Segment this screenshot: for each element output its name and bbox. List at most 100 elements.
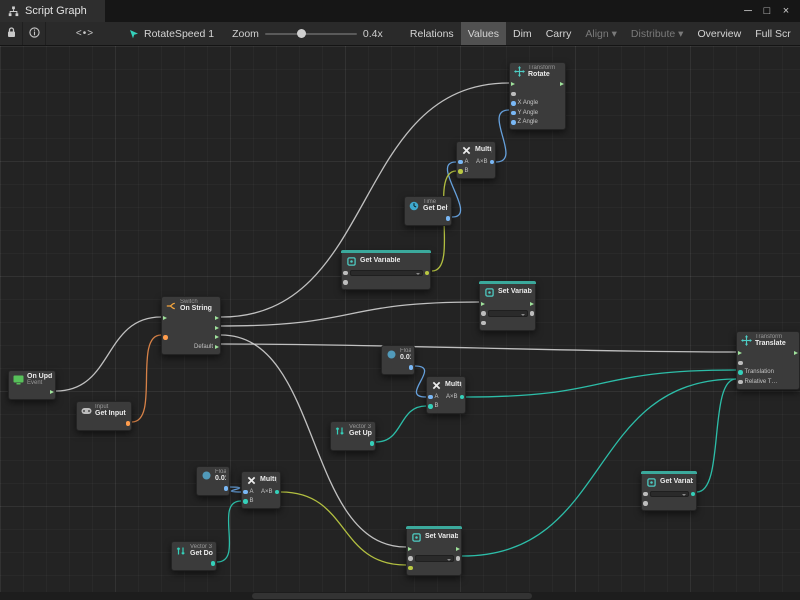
toolbar-button-dim[interactable]: Dim: [506, 22, 539, 45]
variable-name-field[interactable]: [415, 555, 454, 562]
node-float-1[interactable]: Float0.01: [381, 345, 415, 375]
any-port[interactable]: [343, 280, 348, 285]
flow-port[interactable]: [456, 547, 460, 551]
port-row: Translation: [737, 368, 799, 378]
flow-port[interactable]: [530, 302, 534, 306]
any-port[interactable]: [530, 311, 535, 316]
any-port[interactable]: [456, 556, 461, 561]
multiply-icon: [245, 476, 257, 485]
float-port[interactable]: [511, 111, 516, 116]
vec3-port[interactable]: [243, 499, 248, 504]
any-port[interactable]: [643, 492, 648, 497]
port-row: [342, 278, 430, 288]
flow-port[interactable]: [511, 82, 515, 86]
toolbar-button-values[interactable]: Values: [461, 22, 506, 45]
toolbar-button-relations[interactable]: Relations: [403, 22, 461, 45]
minimize-button[interactable]: ─: [739, 3, 757, 20]
flow-port[interactable]: [215, 316, 219, 320]
variable-name-field[interactable]: [650, 491, 689, 498]
zoom-to-fit-button[interactable]: <•>: [68, 22, 102, 45]
vec3-port[interactable]: [691, 492, 696, 497]
node-translate[interactable]: TransformTranslateTranslationRelative T…: [736, 331, 800, 390]
flow-port[interactable]: [215, 326, 219, 330]
graph-name[interactable]: RotateSpeed 1: [128, 22, 214, 45]
any-port[interactable]: [643, 501, 648, 506]
toolbar-button-overview[interactable]: Overview: [690, 22, 748, 45]
node-get-input-string[interactable]: InputGet Input (Strin…: [76, 401, 132, 431]
variable-name-field[interactable]: [488, 310, 528, 317]
zoom-slider[interactable]: [265, 33, 357, 35]
node-multiply-2[interactable]: MultiplyAA×BB: [426, 376, 466, 414]
wire-blue: [496, 110, 509, 162]
any-port[interactable]: [481, 321, 486, 326]
tab-script-graph[interactable]: Script Graph: [0, 0, 105, 22]
vec3-port[interactable]: [211, 561, 216, 566]
yg-port[interactable]: [425, 271, 430, 276]
flow-port[interactable]: [560, 82, 564, 86]
node-header: Set Variable: [407, 529, 461, 544]
vec3-port[interactable]: [370, 441, 375, 446]
node-multiply-1[interactable]: MultiplyAA×BB: [456, 141, 496, 179]
toolbar-button-full-scr[interactable]: Full Scr: [748, 22, 798, 45]
any-port[interactable]: [511, 92, 516, 97]
node-multiply-3[interactable]: MultiplyAA×BB: [241, 471, 281, 509]
variable-name-field[interactable]: [350, 270, 423, 277]
any-port[interactable]: [738, 361, 743, 366]
zoom-slider-thumb[interactable]: [297, 29, 306, 38]
flow-port[interactable]: [215, 335, 219, 339]
toolbar-button-carry[interactable]: Carry: [539, 22, 579, 45]
float-port[interactable]: [243, 490, 248, 495]
float-port[interactable]: [511, 120, 516, 125]
graph-canvas[interactable]: TransformRotateX AngleY AngleZ AngleMult…: [0, 46, 800, 600]
node-vector3-get-up[interactable]: Vector 3Get Up: [330, 421, 376, 451]
node-on-update[interactable]: On UpdateEvent: [8, 370, 56, 400]
any-port[interactable]: [408, 556, 413, 561]
port-row: X Angle: [510, 99, 565, 109]
scrollbar-thumb[interactable]: [252, 593, 532, 599]
float-port[interactable]: [409, 365, 414, 370]
float-port[interactable]: [224, 486, 229, 491]
node-header: TransformRotate: [510, 63, 565, 80]
horizontal-scrollbar[interactable]: [0, 592, 800, 600]
maximize-button[interactable]: □: [758, 3, 776, 20]
flow-port[interactable]: [408, 547, 412, 551]
lock-button[interactable]: [0, 22, 23, 45]
node-vector3-get-down[interactable]: Vector 3Get Down: [171, 541, 217, 571]
info-button[interactable]: [23, 22, 46, 45]
any-port[interactable]: [343, 271, 348, 276]
str-port[interactable]: [163, 335, 168, 340]
node-switch-on-string[interactable]: SwitchOn StringDefault: [161, 296, 221, 355]
toolbar-button-distribute[interactable]: Distribute ▾: [624, 22, 691, 45]
float-port[interactable]: [428, 395, 433, 400]
yg-port[interactable]: [408, 566, 413, 571]
flow-port[interactable]: [163, 316, 167, 320]
node-float-2[interactable]: Float0.01: [196, 466, 230, 496]
any-port[interactable]: [738, 380, 743, 385]
float-port[interactable]: [511, 101, 516, 106]
node-get-delta-time[interactable]: TimeGet Delta Time: [404, 196, 452, 226]
vec3-port[interactable]: [428, 404, 433, 409]
float-port[interactable]: [446, 216, 451, 221]
str-port[interactable]: [126, 421, 131, 426]
any-port[interactable]: [481, 311, 486, 316]
flow-port[interactable]: [50, 390, 54, 394]
node-get-variable-1[interactable]: Get Variable: [341, 250, 431, 290]
float-port[interactable]: [458, 160, 463, 165]
flow-port[interactable]: [738, 351, 742, 355]
node-get-variable-2[interactable]: Get Variable: [641, 471, 697, 511]
node-rotate[interactable]: TransformRotateX AngleY AngleZ Angle: [509, 62, 566, 130]
vec3-port[interactable]: [738, 370, 743, 375]
port-row: [162, 323, 220, 333]
toolbar-button-align[interactable]: Align ▾: [578, 22, 624, 45]
yg-port[interactable]: [458, 169, 463, 174]
node-set-variable-2[interactable]: Set Variable: [406, 526, 462, 576]
flow-port[interactable]: [215, 345, 219, 349]
float-port[interactable]: [490, 160, 495, 165]
vec3-port[interactable]: [460, 395, 465, 400]
flow-port[interactable]: [481, 302, 485, 306]
flow-port[interactable]: [794, 351, 798, 355]
node-title: Get Variable: [360, 257, 400, 264]
vec3-port[interactable]: [275, 490, 280, 495]
node-set-variable-1[interactable]: Set Variable: [479, 281, 536, 331]
close-button[interactable]: ×: [777, 3, 795, 20]
